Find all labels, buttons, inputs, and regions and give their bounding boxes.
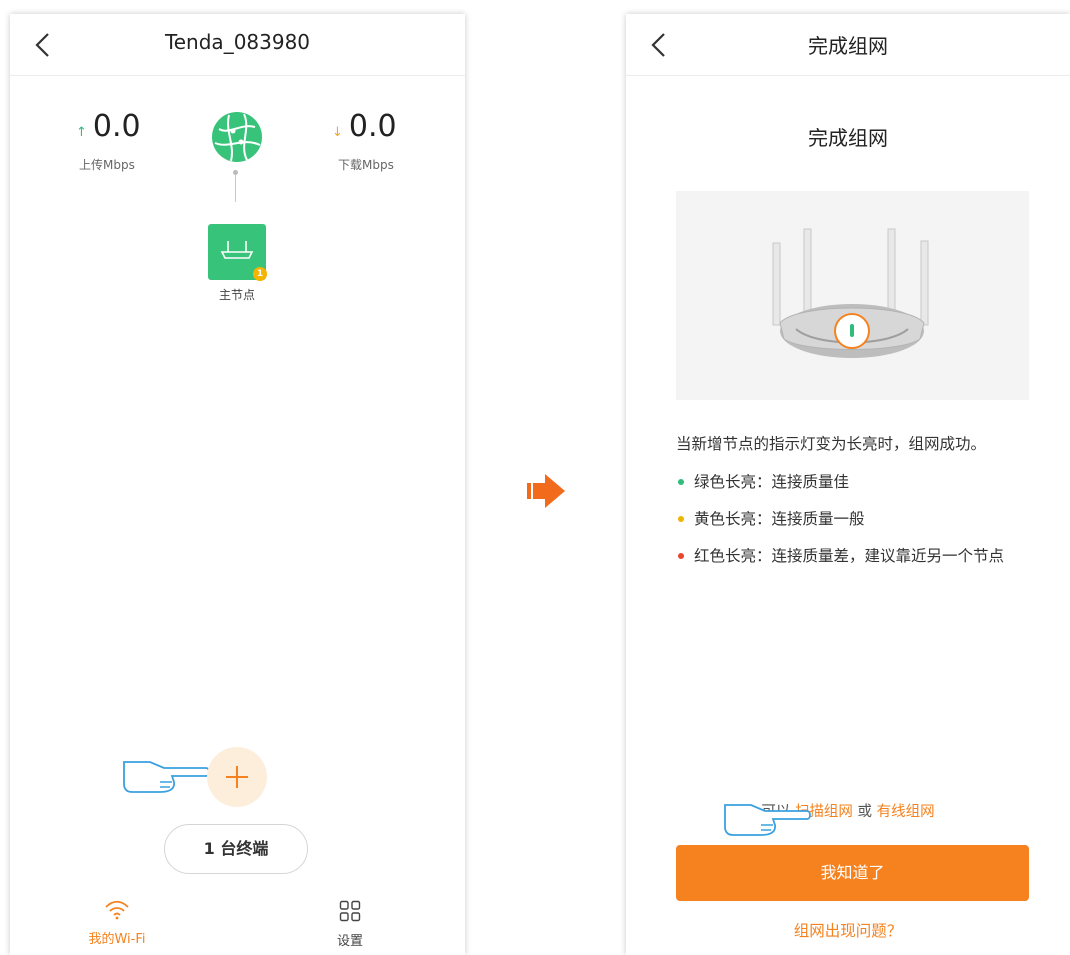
download-speed: ↓ 0.0 bbox=[332, 109, 397, 144]
status-item-green: 绿色长亮：连接质量佳 bbox=[676, 470, 1048, 494]
tab-settings[interactable]: 设置 bbox=[295, 900, 405, 949]
status-item-yellow: 黄色长亮：连接质量一般 bbox=[676, 507, 1048, 531]
tab-my-wifi-label: 我的Wi-Fi bbox=[88, 932, 146, 947]
add-node-button[interactable] bbox=[207, 747, 267, 807]
pointing-hand-icon bbox=[724, 804, 811, 836]
bottom-tabbar: 我的Wi-Fi 设置 bbox=[10, 892, 465, 955]
main-node-label: 主节点 bbox=[218, 288, 255, 302]
connection-line bbox=[235, 172, 236, 202]
status-text-red: 红色长亮：连接质量差，建议靠近另一个节点 bbox=[694, 547, 1005, 565]
internet-globe-icon[interactable] bbox=[211, 111, 263, 163]
instruction-text: 当新增节点的指示灯变为长亮时，组网成功。 bbox=[676, 435, 987, 453]
tab-my-wifi[interactable]: 我的Wi-Fi bbox=[62, 900, 172, 947]
upload-speed: ↑ 0.0 bbox=[76, 109, 141, 144]
connection-dot bbox=[233, 170, 238, 175]
node-count-badge: 1 bbox=[253, 267, 267, 281]
download-speed-label: 下载Mbps bbox=[338, 158, 394, 172]
page-title: Tenda_083980 bbox=[164, 30, 311, 54]
status-text-green: 绿色长亮：连接质量佳 bbox=[694, 473, 850, 491]
alt-or: 或 bbox=[857, 804, 873, 820]
download-arrow-icon: ↓ bbox=[332, 125, 343, 140]
phone-screen-main: Tenda_083980 ↑ 0.0 上传Mbps ↓ 0.0 下载Mbps 1… bbox=[10, 14, 465, 955]
download-speed-value: 0.0 bbox=[348, 109, 397, 144]
top-navbar: Tenda_083980 bbox=[10, 14, 465, 76]
got-it-button[interactable]: 我知道了 bbox=[676, 845, 1029, 901]
green-dot-icon bbox=[678, 479, 684, 485]
status-list: 绿色长亮：连接质量佳 黄色长亮：连接质量一般 红色长亮：连接质量差，建议靠近另一… bbox=[676, 470, 1048, 581]
alternative-methods: 可以 扫描组网 或 有线组网 bbox=[626, 800, 1070, 821]
next-step-arrow-icon bbox=[527, 474, 565, 508]
status-item-red: 红色长亮：连接质量差，建议靠近另一个节点 bbox=[676, 544, 1048, 568]
pointing-hand-icon bbox=[123, 761, 210, 793]
status-text-yellow: 黄色长亮：连接质量一般 bbox=[694, 510, 865, 528]
phone-screen-finish: 完成组网 完成组网 当新增节点的指示灯变为长亮时，组网成功。 绿色长亮：连接质量… bbox=[626, 14, 1070, 955]
section-heading: 完成组网 bbox=[808, 126, 888, 150]
tab-settings-label: 设置 bbox=[336, 934, 363, 949]
router-illustration bbox=[676, 191, 1029, 400]
terminals-button[interactable]: 1 台终端 bbox=[164, 824, 308, 874]
wifi-icon bbox=[105, 900, 129, 920]
red-dot-icon bbox=[678, 553, 684, 559]
plus-icon bbox=[226, 766, 248, 788]
page-title: 完成组网 bbox=[808, 34, 888, 58]
network-problem-link[interactable]: 组网出现问题？ bbox=[626, 919, 1070, 941]
upload-speed-label: 上传Mbps bbox=[79, 158, 135, 172]
settings-grid-icon bbox=[339, 900, 361, 922]
wired-network-link[interactable]: 有线组网 bbox=[877, 804, 935, 820]
upload-speed-value: 0.0 bbox=[92, 109, 141, 144]
top-navbar: 完成组网 bbox=[626, 14, 1070, 76]
upload-arrow-icon: ↑ bbox=[76, 125, 87, 140]
yellow-dot-icon bbox=[678, 516, 684, 522]
